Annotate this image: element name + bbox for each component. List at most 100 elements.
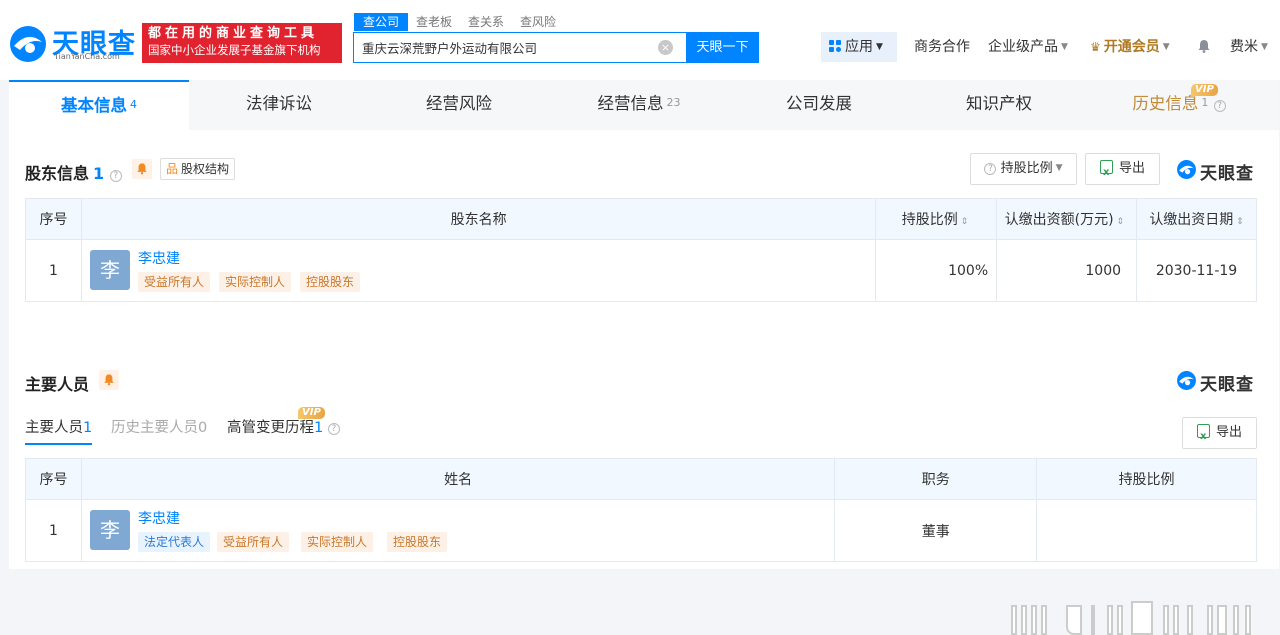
tab-label: 公司发展 [786,94,852,113]
nav-enterprise-label: 企业级产品 [988,39,1058,55]
help-icon[interactable]: ? [109,170,122,182]
nav-vip[interactable]: ♛ 开通会员 ▼ [1090,32,1170,62]
tag-controlling-shareholder[interactable]: 控股股东 [299,272,360,292]
search-tab-boss[interactable]: 查老板 [408,13,460,31]
logo-eye-icon [1177,160,1196,179]
tab-business-risk[interactable]: 经营风险 [369,80,549,130]
equity-structure-button[interactable]: 品股权结构 [160,158,236,180]
subtab-count: 0 [198,420,208,436]
tianyancha-watermark-logo: 天眼查 [1176,159,1261,184]
app-menu[interactable]: 应用 ▼ [821,32,897,62]
tag-actual-controller[interactable]: 实际控制人 [218,272,291,292]
col-ratio-label: 持股比例 [901,212,958,228]
ratio-value [1036,499,1257,562]
search-tab-relation[interactable]: 查关系 [460,13,512,31]
avatar[interactable]: 李 [89,510,130,550]
chevron-down-icon: ▼ [1055,163,1063,173]
tag-beneficial-owner[interactable]: 受益所有人 [216,532,289,552]
subtab-label: 历史主要人员 [111,420,198,436]
table-header-row: 序号 姓名 职务 持股比例 [25,458,1257,500]
role-value: 董事 [834,499,1038,562]
vip-badge: VIP [298,407,325,419]
user-name: 费米 [1230,39,1258,55]
clear-icon[interactable]: × [658,40,673,55]
subtab-executive-changes[interactable]: 高管变更历程1 ? [227,416,340,437]
tab-count: 1 [1201,96,1209,109]
subtab-label: 主要人员 [25,420,83,436]
tab-label: 经营信息 [597,94,664,113]
nav-enterprise-products[interactable]: 企业级产品 ▼ [988,32,1068,62]
help-icon: ? [984,163,997,175]
company-tabs: 基本信息 4 法律诉讼 经营风险 经营信息 23 公司发展 知识产权 历史信息 1 ?… [9,80,1279,130]
subtab-history-personnel[interactable]: 历史主要人员0 [111,416,207,437]
tab-legal[interactable]: 法律诉讼 [189,80,369,130]
ratio-filter-dropdown[interactable]: ? 持股比例 ▼ [970,153,1077,185]
col-shareholder-name: 股东名称 [80,198,877,240]
tianyancha-logo[interactable]: 天眼查 TianYanCha.com [8,20,136,66]
col-ratio: 持股比例 [1036,458,1257,500]
tab-label: 基本信息 [61,96,127,115]
chevron-down-icon: ▼ [876,42,883,52]
chevron-down-icon: ▼ [1261,42,1268,52]
col-role: 职务 [834,458,1038,500]
tag-beneficial-owner[interactable]: 受益所有人 [137,272,210,292]
tab-ip[interactable]: 知识产权 [909,80,1089,130]
search-box: × 天眼一下 [353,32,759,63]
col-amount[interactable]: 认缴出资额(万元) ⇕ [996,198,1138,240]
tianyancha-watermark-logo: 天眼查 [1176,370,1261,395]
table-row: 1 李 李忠建 法定代表人 受益所有人 实际控制人 控股股东 董事 [25,499,1257,562]
tab-basic-info[interactable]: 基本信息 4 [9,80,189,130]
sort-icon: ⇕ [957,217,969,227]
search-type-tabs: 查公司 查老板 查关系 查风险 [354,13,564,33]
personnel-title: 主要人员 [25,375,90,394]
col-date[interactable]: 认缴出资日期 ⇕ [1136,198,1257,240]
chevron-down-icon: ▼ [1061,42,1068,52]
help-icon[interactable]: ? [1213,100,1226,112]
bell-icon [1198,40,1210,53]
promo-line-1: 都在用的商业查询工具 [148,26,319,41]
search-tab-risk[interactable]: 查风险 [512,13,564,31]
logo-eye-icon [1177,371,1196,390]
follow-bell-button[interactable] [132,159,152,179]
subtab-main-personnel[interactable]: 主要人员1 [25,416,93,445]
search-tab-company[interactable]: 查公司 [354,13,409,31]
subtab-count: 1 [83,420,93,436]
person-cell: 李 李忠建 法定代表人 受益所有人 实际控制人 控股股东 [80,499,836,562]
search-button[interactable]: 天眼一下 [686,32,759,63]
nav-business-cooperation[interactable]: 商务合作 [914,32,970,62]
export-label: 导出 [1118,161,1145,176]
person-name-link[interactable]: 李忠建 [138,508,180,528]
nav-vip-label: 开通会员 [1103,39,1160,55]
col-index: 序号 [25,458,82,500]
shareholder-cell: 李 李忠建 受益所有人 实际控制人 控股股东 [80,239,877,302]
tab-development[interactable]: 公司发展 [729,80,909,130]
avatar[interactable]: 李 [89,250,130,290]
user-menu[interactable]: 费米 ▼ [1230,32,1268,62]
follow-bell-button[interactable] [99,370,119,390]
app-menu-label: 应用 [845,39,873,55]
tab-business-info[interactable]: 经营信息 23 [549,80,729,130]
logo-domain: TianYanCha.com [54,52,120,61]
org-chart-icon: 品 [166,162,179,176]
brand-text: 天眼查 [1200,164,1254,184]
tab-label: 经营风险 [426,94,492,113]
tab-history[interactable]: 历史信息 1 ? [1089,80,1269,130]
export-button[interactable]: 导出 [1085,153,1160,188]
tab-label: 法律诉讼 [246,94,312,113]
tab-count: 4 [130,98,137,111]
personnel-table: 序号 姓名 职务 持股比例 1 李 李忠建 法定代表人 受益所有人 实际控制人 … [25,458,1257,562]
subtab-label: 高管变更历程 [227,420,314,436]
tag-controlling-shareholder[interactable]: 控股股东 [386,532,447,552]
promo-banner[interactable]: 都在用的商业查询工具 国家中小企业发展子基金旗下机构 [142,23,342,63]
col-index: 序号 [25,198,82,240]
notification-button[interactable] [1197,32,1211,62]
chevron-down-icon: ▼ [1162,42,1170,52]
shareholder-name-link[interactable]: 李忠建 [138,248,180,268]
tag-legal-representative[interactable]: 法定代表人 [137,532,210,552]
tag-actual-controller[interactable]: 实际控制人 [300,532,373,552]
export-button[interactable]: 导出 [1182,417,1257,452]
help-icon[interactable]: ? [327,423,340,435]
col-ratio[interactable]: 持股比例 ⇕ [875,198,998,240]
shareholders-title: 股东信息 1 ? [25,160,122,184]
search-input[interactable] [362,33,652,62]
